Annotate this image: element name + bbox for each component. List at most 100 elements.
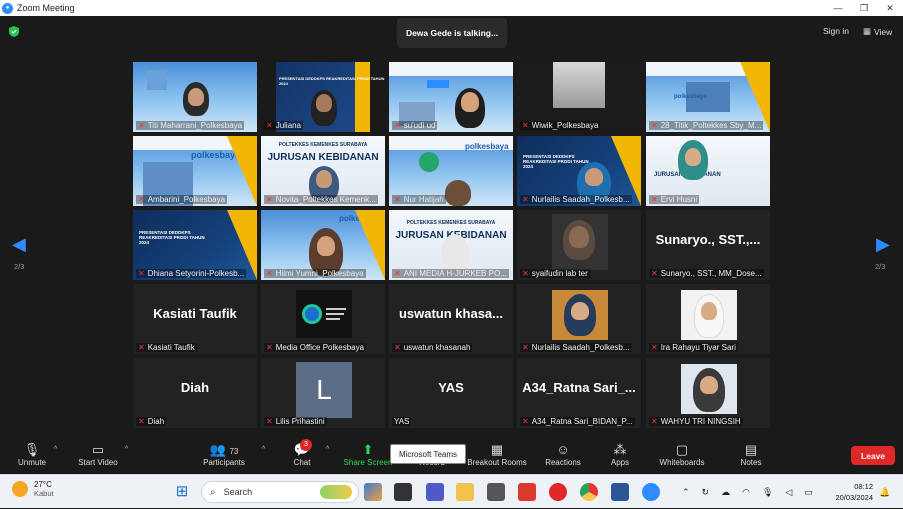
profile-picture bbox=[681, 364, 737, 414]
chat-options-chevron-icon[interactable]: ^ bbox=[326, 446, 329, 453]
video-tile[interactable]: uswatun khasa... ✕ uswatun khasanah bbox=[389, 284, 513, 354]
video-tile[interactable]: Diah ✕ Diah bbox=[133, 358, 257, 428]
notes-button[interactable]: ▤ Notes bbox=[734, 441, 768, 467]
video-tile[interactable]: PRESENTASI DEDDKPS REAKREDITASI PRODI TA… bbox=[261, 62, 385, 132]
word-icon[interactable] bbox=[611, 483, 629, 501]
breakout-rooms-button[interactable]: ▦ Breakout Rooms bbox=[464, 441, 530, 467]
participants-icon: 👥 73 bbox=[209, 442, 239, 457]
video-tile[interactable]: polkesbaya ✕ Hilmi Yumni_Polkesbaya bbox=[261, 210, 385, 280]
start-video-button[interactable]: ▭ Start Video bbox=[72, 441, 124, 467]
previous-page-icon[interactable]: ◀ bbox=[12, 234, 26, 255]
muted-mic-icon: ✕ bbox=[138, 195, 145, 204]
participant-display-name: A34_Ratna Sari_... bbox=[522, 380, 636, 395]
notes-icon: ▤ bbox=[744, 442, 758, 457]
chrome-icon[interactable] bbox=[580, 483, 598, 501]
reactions-button[interactable]: ☺ Reactions bbox=[542, 441, 584, 467]
participant-display-name: Sunaryo., SST.,... bbox=[655, 232, 761, 247]
muted-mic-icon: ✕ bbox=[522, 195, 529, 204]
system-tray: ⌃ ↻ ☁ ◠ 🎙 ◁ ▭ bbox=[682, 475, 813, 509]
file-explorer-icon[interactable] bbox=[456, 483, 474, 501]
muted-mic-icon: ✕ bbox=[394, 269, 401, 278]
video-tile[interactable]: polkesbaya ✕ 28_Titik_Poltekkes Sby_M... bbox=[646, 62, 770, 132]
video-tile[interactable]: L ✕ Lilis Prihastini bbox=[261, 358, 385, 428]
muted-mic-icon: ✕ bbox=[522, 269, 529, 278]
participant-name: ✕ Titi Maharrani_Polkesbaya bbox=[136, 121, 245, 130]
video-tile[interactable]: ✕ Ira Rahayu Tiyar Sari bbox=[646, 284, 770, 354]
video-tile[interactable]: POLTEKKES KEMENKES SURABAYA JURUSAN KEBI… bbox=[389, 210, 513, 280]
participant-name: ✕ Lilis Prihastini bbox=[264, 417, 327, 426]
weather-widget[interactable]: 27°C Kabut bbox=[12, 480, 54, 498]
leave-button[interactable]: Leave bbox=[851, 446, 895, 465]
talking-indicator: Dewa Gede is talking... bbox=[397, 18, 507, 48]
audio-options-chevron-icon[interactable]: ^ bbox=[54, 446, 57, 453]
video-tile[interactable]: polkesbaya ✕ Ambarini_Polkesbaya bbox=[133, 136, 257, 206]
video-tile[interactable]: YAS YAS bbox=[389, 358, 513, 428]
battery-icon[interactable]: ▭ bbox=[804, 487, 813, 498]
security-shield-icon[interactable] bbox=[9, 26, 19, 37]
participant-name: ✕ uswatun khasanah bbox=[392, 343, 473, 352]
cloud-icon[interactable]: ☁ bbox=[721, 487, 730, 498]
volume-icon[interactable]: ◁ bbox=[785, 487, 792, 498]
video-tile[interactable]: ✕ Wiwik_Polkesbaya bbox=[517, 62, 641, 132]
muted-mic-icon: ✕ bbox=[651, 121, 658, 130]
view-button[interactable]: ▦ View bbox=[863, 26, 892, 37]
minimize-button[interactable]: — bbox=[825, 0, 851, 16]
meeting-toolbar: 🎙 Unmute ^ ▭ Start Video ^ 👥 73 Particip… bbox=[0, 436, 903, 474]
participants-button[interactable]: 👥 73 Participants bbox=[198, 441, 250, 467]
video-tile[interactable]: polkesbaya ✕ Nur Hatijah bbox=[389, 136, 513, 206]
next-page-icon[interactable]: ▶ bbox=[876, 234, 890, 255]
unmute-button[interactable]: 🎙 Unmute bbox=[12, 441, 52, 467]
video-tile[interactable]: ✕ Titi Maharrani_Polkesbaya bbox=[133, 62, 257, 132]
whiteboard-icon: ▢ bbox=[675, 442, 689, 457]
taskbar-search-box[interactable]: ⌕ Search bbox=[201, 481, 359, 503]
video-tile[interactable]: ✕ syaifudin lab ter bbox=[517, 210, 641, 280]
windows-start-icon[interactable]: ⊞ bbox=[173, 483, 191, 501]
tray-chevron-icon[interactable]: ⌃ bbox=[682, 487, 690, 498]
video-tile[interactable]: Kasiati Taufik ✕ Kasiati Taufik bbox=[133, 284, 257, 354]
video-tile[interactable]: PRESENTASI DEDDKPS REAKREDITASI PRODI TA… bbox=[517, 136, 641, 206]
teams-icon[interactable] bbox=[426, 483, 444, 501]
muted-mic-icon: ✕ bbox=[266, 417, 273, 426]
muted-mic-icon: ✕ bbox=[651, 195, 658, 204]
meeting-area: Dewa Gede is talking... Sign in ▦ View ◀… bbox=[0, 16, 903, 436]
camera-icon[interactable] bbox=[487, 483, 505, 501]
pdf-reader-icon[interactable] bbox=[518, 483, 536, 501]
notification-bell-icon[interactable]: 🔔 bbox=[879, 475, 890, 509]
zoom-taskbar-icon[interactable] bbox=[642, 483, 660, 501]
wifi-icon[interactable]: ◠ bbox=[742, 487, 750, 498]
muted-mic-icon: ✕ bbox=[138, 343, 145, 352]
video-tile[interactable]: ✕ WAHYU TRI NINGSIH bbox=[646, 358, 770, 428]
copilot-icon[interactable] bbox=[364, 483, 382, 501]
opera-icon[interactable] bbox=[549, 483, 567, 501]
participant-name: ✕ Sunaryo., SST., MM_Dose... bbox=[649, 269, 764, 278]
video-options-chevron-icon[interactable]: ^ bbox=[125, 446, 128, 453]
microphone-tray-icon[interactable]: 🎙 bbox=[762, 487, 773, 498]
share-screen-icon: ⬆ bbox=[362, 442, 374, 457]
taskbar-clock[interactable]: 08:12 20/03/2024 bbox=[827, 481, 873, 503]
video-tile[interactable]: PRESENTASI DEDDKPS REAKREDITASI PRODI TA… bbox=[133, 210, 257, 280]
close-button[interactable]: ✕ bbox=[877, 0, 903, 16]
zoom-logo-icon: ● bbox=[2, 2, 13, 14]
video-tile[interactable]: Sunaryo., SST.,... ✕ Sunaryo., SST., MM_D… bbox=[646, 210, 770, 280]
window-title: Zoom Meeting bbox=[17, 3, 75, 13]
whiteboards-button[interactable]: ▢ Whiteboards bbox=[654, 441, 710, 467]
sync-icon[interactable]: ↻ bbox=[702, 487, 710, 498]
video-tile[interactable]: ✕ Nurlailis Saadah_Polkesb... bbox=[517, 284, 641, 354]
share-screen-button[interactable]: ⬆ Share Screen bbox=[340, 441, 396, 467]
participant-display-name: Diah bbox=[180, 380, 210, 395]
task-view-icon[interactable] bbox=[394, 483, 412, 501]
participants-options-chevron-icon[interactable]: ^ bbox=[262, 446, 265, 453]
restore-button[interactable]: ❐ bbox=[851, 0, 877, 16]
chat-button[interactable]: 💬3 Chat bbox=[288, 439, 316, 467]
clock-date: 20/03/2024 bbox=[835, 493, 873, 502]
video-tile[interactable]: ✕ su'udi ud bbox=[389, 62, 513, 132]
video-tile[interactable]: A34_Ratna Sari_... ✕ A34_Ratna Sari_BIDAN… bbox=[517, 358, 641, 428]
video-tile[interactable]: JURUSAN KEBIDANAN ✕Ervi Husni bbox=[646, 136, 770, 206]
page-indicator-right: 2/3 bbox=[875, 262, 886, 271]
sign-in-link[interactable]: Sign in bbox=[823, 26, 849, 36]
search-highlight-icon bbox=[320, 485, 352, 499]
video-tile[interactable]: ✕ Media Office Polkesbaya bbox=[261, 284, 385, 354]
participant-name: ✕ Nur Hatijah bbox=[392, 195, 446, 204]
video-tile[interactable]: POLTEKKES KEMENKES SURABAYA JURUSAN KEBI… bbox=[261, 136, 385, 206]
apps-button[interactable]: ⁂ Apps bbox=[604, 441, 636, 467]
